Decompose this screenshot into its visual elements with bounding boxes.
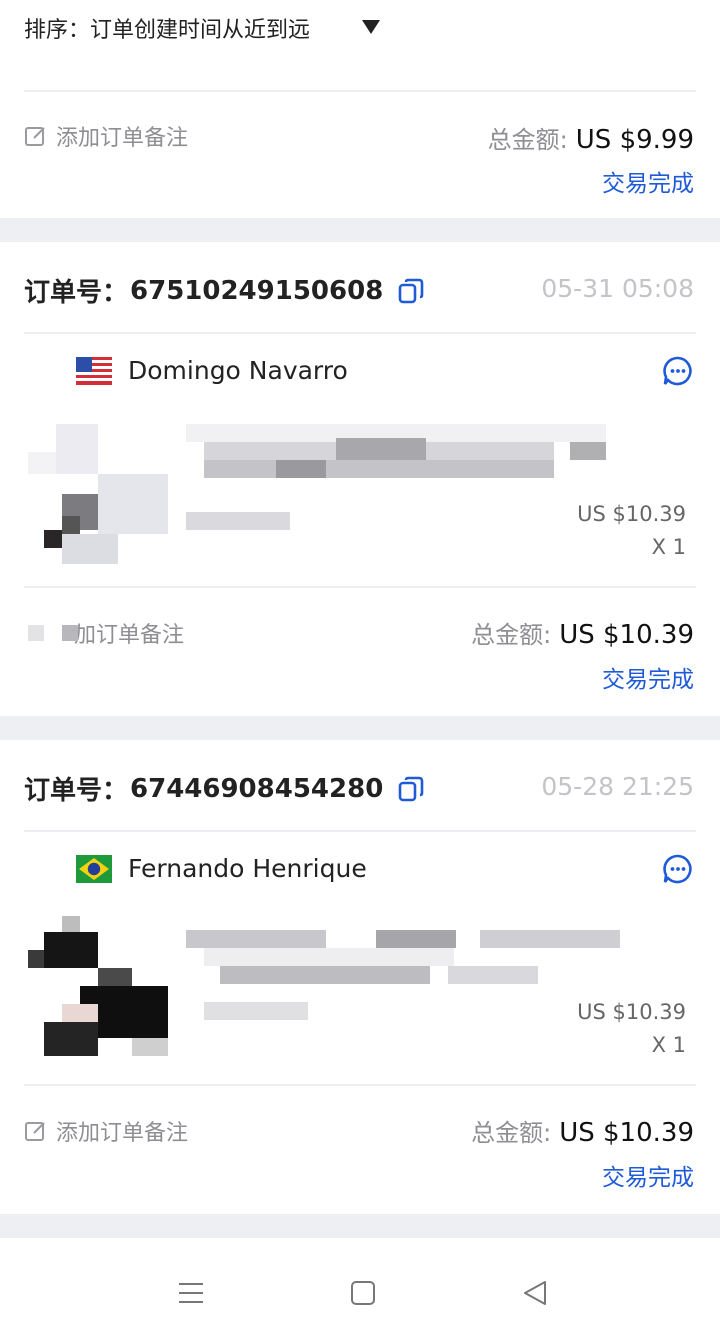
add-note-button[interactable]: 添加订单备注 — [24, 120, 188, 152]
order-total: 总金额: US $10.39 — [471, 615, 694, 650]
add-note-button[interactable]: 加订单备注 — [24, 617, 184, 649]
product-title-redacted[interactable] — [186, 930, 626, 1040]
home-icon[interactable] — [348, 1278, 378, 1308]
card-separator — [0, 716, 720, 740]
edit-note-icon — [25, 1122, 45, 1141]
total-label: 总金额: — [471, 1119, 552, 1147]
chat-icon[interactable] — [662, 355, 694, 387]
divider — [24, 830, 696, 832]
order-number-row: 订单号： 67510249150608 — [24, 272, 425, 309]
add-note-label: 添加订单备注 — [56, 126, 189, 151]
order-card-previous: 添加订单备注 总金额: US $9.99 交易完成 — [0, 60, 720, 218]
order-status[interactable]: 交易完成 — [602, 660, 694, 694]
sort-label[interactable]: 排序：订单创建时间从近到远 — [24, 12, 310, 44]
divider — [24, 1084, 696, 1086]
card-separator — [0, 218, 720, 242]
item-price: US $10.39 — [577, 1000, 686, 1024]
back-icon[interactable] — [520, 1278, 550, 1308]
buyer-name[interactable]: Fernando Henrique — [128, 854, 367, 883]
total-label: 总金额: — [487, 126, 568, 154]
item-price: US $10.39 — [577, 502, 686, 526]
product-thumbnail[interactable] — [28, 424, 168, 564]
sort-bar[interactable]: 排序：订单创建时间从近到远 — [0, 0, 720, 60]
order-time: 05-31 05:08 — [541, 274, 694, 303]
item-quantity: X 1 — [651, 1033, 686, 1057]
system-nav-bar — [0, 1238, 720, 1342]
total-value: US $10.39 — [559, 1118, 694, 1148]
us-flag-icon — [76, 356, 112, 385]
edit-note-icon — [25, 127, 45, 146]
buyer-row: Fernando Henrique — [76, 854, 367, 883]
order-card: 订单号： 67510249150608 05-31 05:08 Domingo … — [0, 242, 720, 716]
total-value: US $10.39 — [559, 620, 694, 650]
divider — [24, 332, 696, 334]
order-total: 总金额: US $9.99 — [488, 120, 694, 155]
order-number-row: 订单号： 67446908454280 — [24, 770, 425, 807]
order-number: 67446908454280 — [130, 773, 384, 804]
buyer-row: Domingo Navarro — [76, 356, 348, 385]
copy-icon[interactable] — [397, 775, 425, 803]
edit-note-icon — [24, 621, 78, 645]
add-note-button[interactable]: 添加订单备注 — [24, 1115, 188, 1147]
order-number-label: 订单号： — [24, 278, 129, 308]
copy-icon[interactable] — [397, 277, 425, 305]
product-title-redacted[interactable] — [186, 424, 626, 534]
chat-icon[interactable] — [662, 853, 694, 885]
menu-icon[interactable] — [176, 1278, 206, 1308]
total-value: US $9.99 — [575, 125, 694, 155]
caret-down-icon[interactable] — [362, 20, 380, 34]
divider — [24, 586, 696, 588]
order-total: 总金额: US $10.39 — [471, 1113, 694, 1148]
add-note-label: 添加订单备注 — [56, 1121, 189, 1146]
divider — [24, 90, 696, 92]
order-status[interactable]: 交易完成 — [602, 164, 694, 198]
total-label: 总金额: — [471, 621, 552, 649]
order-status[interactable]: 交易完成 — [602, 1158, 694, 1192]
product-thumbnail[interactable] — [28, 916, 168, 1056]
brazil-flag-icon — [76, 854, 112, 883]
buyer-name[interactable]: Domingo Navarro — [128, 356, 348, 385]
order-number-label: 订单号： — [24, 776, 129, 806]
card-separator — [0, 1214, 720, 1238]
item-quantity: X 1 — [651, 535, 686, 559]
order-card: 订单号： 67446908454280 05-28 21:25 Fernando… — [0, 740, 720, 1214]
order-number: 67510249150608 — [130, 275, 384, 306]
add-note-label: 加订单备注 — [74, 623, 185, 648]
order-time: 05-28 21:25 — [541, 772, 694, 801]
